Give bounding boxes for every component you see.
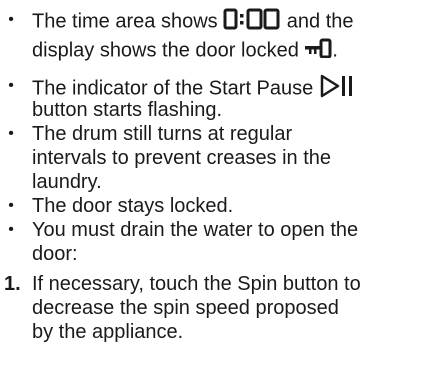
bullet-marker: • (8, 197, 14, 214)
bullet-1-line-2: display shows the door locked . (32, 38, 338, 64)
bullet-3-line-2: intervals to prevent creases in the (32, 147, 332, 169)
step-1-line-1: If necessary, touch the Spin button to (32, 273, 361, 295)
step-1-line-3: by the appliance. (32, 321, 184, 343)
step-1-line-2: decrease the spin speed proposed (32, 297, 339, 319)
bullet-marker: • (8, 221, 14, 238)
bullet-4-line-1: The door stays locked. (32, 195, 234, 217)
bullet-1-line-1: The time area shows and the (32, 8, 354, 36)
step-number: 1. (4, 273, 21, 295)
bullet-marker: • (8, 11, 14, 28)
bullet-marker: • (8, 125, 14, 142)
start-pause-icon (319, 74, 355, 104)
bullet-5-line-1: You must drain the water to open the (32, 219, 359, 241)
door-lock-icon (304, 38, 332, 64)
bullet-3-line-3: laundry. (32, 171, 102, 193)
bullet-marker: • (8, 77, 14, 94)
bullet-3-line-1: The drum still turns at regular (32, 123, 293, 145)
bullet-5-line-2: door: (32, 243, 78, 265)
bullet-2-line-2: button starts flashing. (32, 99, 223, 121)
display-0-00-icon (223, 8, 281, 36)
instruction-document: • The time area shows and the display sh… (0, 0, 421, 371)
